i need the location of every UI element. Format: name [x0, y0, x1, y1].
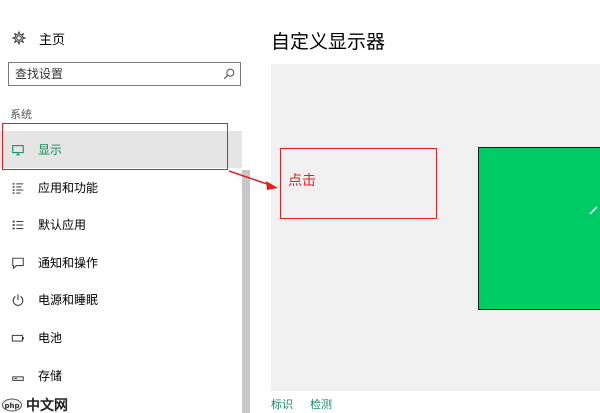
sidebar: 主页 系统 显示 应用和功能: [0, 0, 253, 413]
page-title: 自定义显示器: [271, 31, 386, 53]
sidebar-item-label: 存储: [38, 369, 63, 383]
battery-icon: [11, 334, 24, 342]
monitor-tile[interactable]: [478, 147, 600, 310]
gear-icon: [12, 31, 26, 45]
search-box[interactable]: [8, 62, 241, 86]
home-link[interactable]: 主页: [12, 28, 65, 48]
sidebar-item-label: 通知和操作: [38, 256, 99, 270]
search-input[interactable]: [9, 64, 209, 84]
search-icon[interactable]: [222, 67, 236, 81]
annotation-text: 点击: [288, 173, 316, 189]
sidebar-item-power[interactable]: 电源和睡眠: [0, 281, 242, 318]
storage-icon: [12, 375, 24, 381]
section-label-system: 系统: [10, 108, 32, 121]
sidebar-item-notifications[interactable]: 通知和操作: [0, 244, 242, 281]
sidebar-item-label: 应用和功能: [38, 181, 99, 195]
sidebar-item-label: 电源和睡眠: [38, 293, 99, 307]
default-apps-icon: [12, 220, 24, 229]
home-label: 主页: [39, 32, 66, 48]
sidebar-scrollbar[interactable]: [242, 170, 250, 413]
php-logo-icon: php: [2, 398, 22, 412]
apps-list-icon: [12, 182, 24, 194]
sidebar-item-storage[interactable]: 存储: [0, 357, 242, 394]
watermark-text: 中文网: [26, 398, 68, 413]
sidebar-item-label: 默认应用: [38, 218, 87, 232]
sidebar-item-default-apps[interactable]: 默认应用: [0, 206, 242, 243]
notification-icon: [12, 257, 24, 269]
power-icon: [12, 293, 24, 306]
sidebar-item-apps[interactable]: 应用和功能: [0, 169, 242, 206]
highlight-box-display: [2, 123, 228, 170]
identify-link[interactable]: 标识: [271, 396, 293, 412]
sidebar-item-label: 电池: [38, 331, 63, 345]
watermark: php 中文网: [2, 395, 68, 413]
svg-text:php: php: [4, 402, 19, 410]
sidebar-item-battery[interactable]: 电池: [0, 319, 242, 356]
detect-link[interactable]: 检测: [310, 396, 332, 412]
